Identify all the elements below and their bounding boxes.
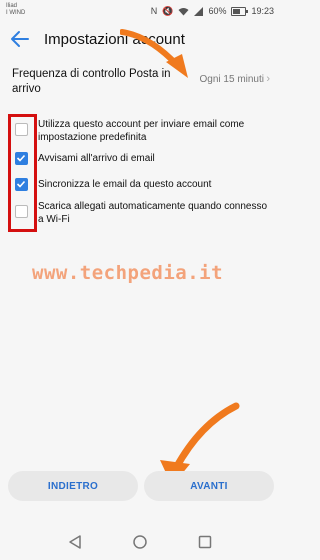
carrier-info: Iliad I WIND bbox=[6, 3, 25, 17]
option-label: Utilizza questo account per inviare emai… bbox=[38, 119, 245, 143]
mute-icon: 🔇 bbox=[162, 6, 174, 16]
option-sync-email[interactable]: Sincronizza le email da questo account bbox=[0, 178, 280, 194]
option-download-attachments[interactable]: Scarica allegati automaticamente quando … bbox=[0, 200, 280, 226]
option-label: Scarica allegati automaticamente quando … bbox=[38, 201, 268, 225]
next-button[interactable]: AVANTI bbox=[144, 471, 274, 501]
signal-icon bbox=[194, 6, 204, 16]
battery-icon bbox=[231, 6, 249, 16]
carrier-name: Iliad bbox=[6, 3, 18, 9]
nav-recents-icon[interactable] bbox=[196, 533, 214, 551]
battery-percent: 60% bbox=[208, 6, 227, 16]
option-notify-email[interactable]: Avvisami all'arrivo di email bbox=[0, 152, 280, 168]
annotation-arrow-icon bbox=[120, 29, 188, 78]
option-label: Sincronizza le email da questo account bbox=[38, 179, 212, 190]
back-arrow-icon[interactable] bbox=[10, 29, 30, 49]
clock: 19:23 bbox=[251, 6, 274, 16]
chevron-right-icon: › bbox=[266, 73, 270, 85]
nav-back-icon[interactable] bbox=[66, 533, 84, 551]
option-label: Avvisami all'arrivo di email bbox=[38, 153, 155, 164]
navigation-bar bbox=[0, 524, 280, 560]
watermark: www.techpedia.it bbox=[32, 262, 224, 284]
sync-frequency-value: Ogni 15 minuti bbox=[199, 74, 264, 85]
highlight-box bbox=[8, 114, 37, 232]
wifi-icon bbox=[178, 7, 189, 15]
back-button[interactable]: INDIETRO bbox=[8, 471, 138, 501]
status-bar: Iliad I WIND N 🔇 60% 19:23 bbox=[0, 0, 280, 22]
nfc-icon: N bbox=[150, 6, 158, 16]
option-default-account[interactable]: Utilizza questo account per inviare emai… bbox=[0, 118, 280, 144]
carrier-name-secondary: I WIND bbox=[6, 10, 26, 16]
nav-home-icon[interactable] bbox=[131, 533, 149, 551]
